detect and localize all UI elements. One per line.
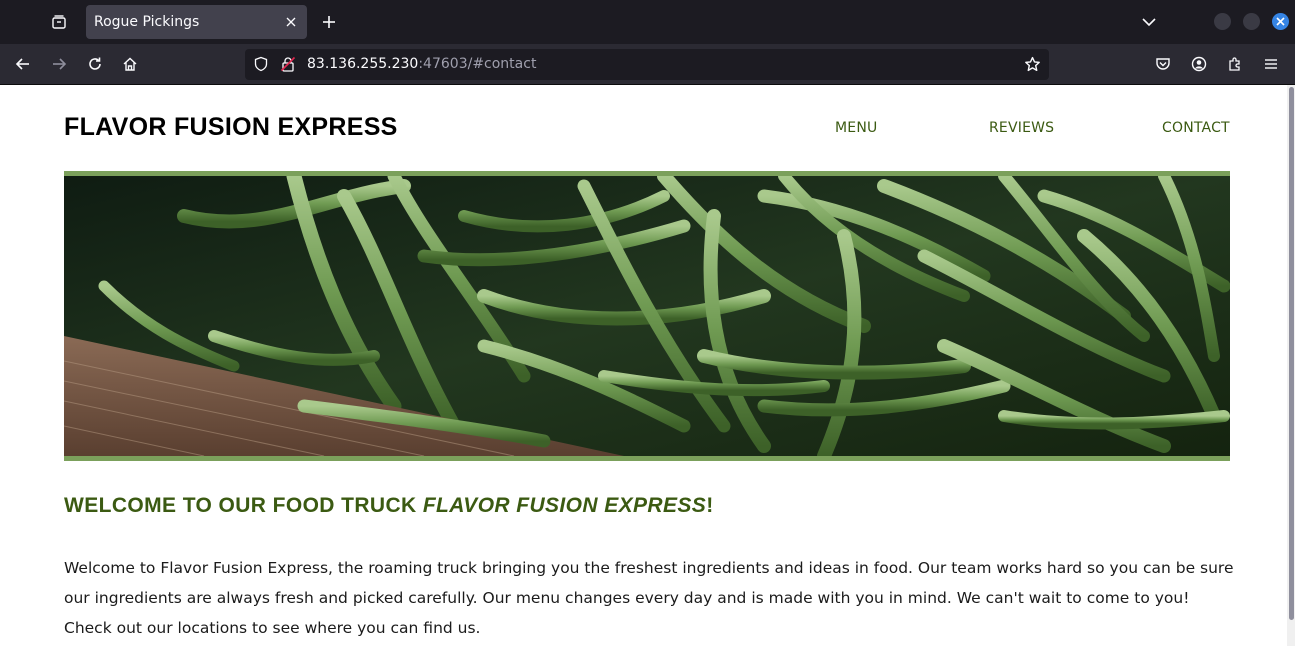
browser-nav-bar: 83.136.255.230:47603/#contact xyxy=(0,44,1295,85)
list-all-tabs-button[interactable] xyxy=(1136,9,1162,35)
close-icon xyxy=(1276,17,1285,26)
chevron-down-icon xyxy=(1142,18,1156,27)
app-menu-button[interactable] xyxy=(1257,50,1285,78)
hero-image xyxy=(64,171,1230,461)
pocket-icon xyxy=(1156,58,1170,70)
welcome-heading-prefix: WELCOME TO OUR FOOD TRUCK xyxy=(64,494,423,517)
page-scrollbar[interactable] xyxy=(1287,85,1295,646)
tab-title: Rogue Pickings xyxy=(94,14,200,30)
nav-link-reviews[interactable]: REVIEWS xyxy=(989,120,1054,136)
forward-button[interactable] xyxy=(45,50,73,78)
site-title[interactable]: FLAVOR FUSION EXPRESS xyxy=(64,113,398,142)
shield-icon[interactable] xyxy=(252,55,270,73)
green-beans-photo xyxy=(64,176,1230,456)
tab-overview-icon xyxy=(52,15,66,29)
nav-link-contact[interactable]: CONTACT xyxy=(1162,120,1230,136)
account-button[interactable] xyxy=(1185,50,1213,78)
url-text[interactable]: 83.136.255.230:47603/#contact xyxy=(307,56,536,72)
account-icon xyxy=(1191,56,1207,72)
puzzle-icon xyxy=(1229,57,1240,71)
welcome-heading-suffix: ! xyxy=(706,494,714,517)
url-bar[interactable]: 83.136.255.230:47603/#contact xyxy=(245,49,1049,80)
bookmark-star-icon[interactable] xyxy=(1023,55,1041,73)
arrow-left-icon xyxy=(15,58,29,70)
pocket-button[interactable] xyxy=(1149,50,1177,78)
nav-link-menu[interactable]: MENU xyxy=(835,120,877,136)
browser-tab-bar: Rogue Pickings xyxy=(0,0,1295,44)
welcome-heading-name: FLAVOR FUSION EXPRESS xyxy=(422,494,707,517)
intro-paragraph: Welcome to Flavor Fusion Express, the ro… xyxy=(64,559,1234,637)
close-icon xyxy=(286,17,296,27)
url-path: :47603/#contact xyxy=(418,56,537,72)
reload-icon xyxy=(89,57,101,70)
tab-close-button[interactable] xyxy=(281,12,301,32)
tab-overview-button[interactable] xyxy=(44,7,74,37)
back-button[interactable] xyxy=(9,50,37,78)
window-close-button[interactable] xyxy=(1272,13,1289,30)
plus-icon xyxy=(323,16,335,28)
arrow-right-icon xyxy=(53,58,67,70)
welcome-heading: WELCOME TO OUR FOOD TRUCK FLAVOR FUSION … xyxy=(64,494,714,518)
page-content: FLAVOR FUSION EXPRESS MENU REVIEWS CONTA… xyxy=(0,85,1295,646)
window-minimize-button[interactable] xyxy=(1214,13,1231,30)
url-host: 83.136.255.230 xyxy=(307,56,419,72)
extensions-button[interactable] xyxy=(1221,50,1249,78)
window-maximize-button[interactable] xyxy=(1243,13,1260,30)
home-icon xyxy=(123,57,137,71)
hamburger-menu-icon xyxy=(1265,59,1277,69)
active-tab[interactable]: Rogue Pickings xyxy=(86,5,307,39)
home-button[interactable] xyxy=(116,50,144,78)
scrollbar-thumb[interactable] xyxy=(1289,87,1294,620)
new-tab-button[interactable] xyxy=(316,9,342,35)
insecure-lock-icon[interactable] xyxy=(279,55,297,73)
reload-button[interactable] xyxy=(81,50,109,78)
